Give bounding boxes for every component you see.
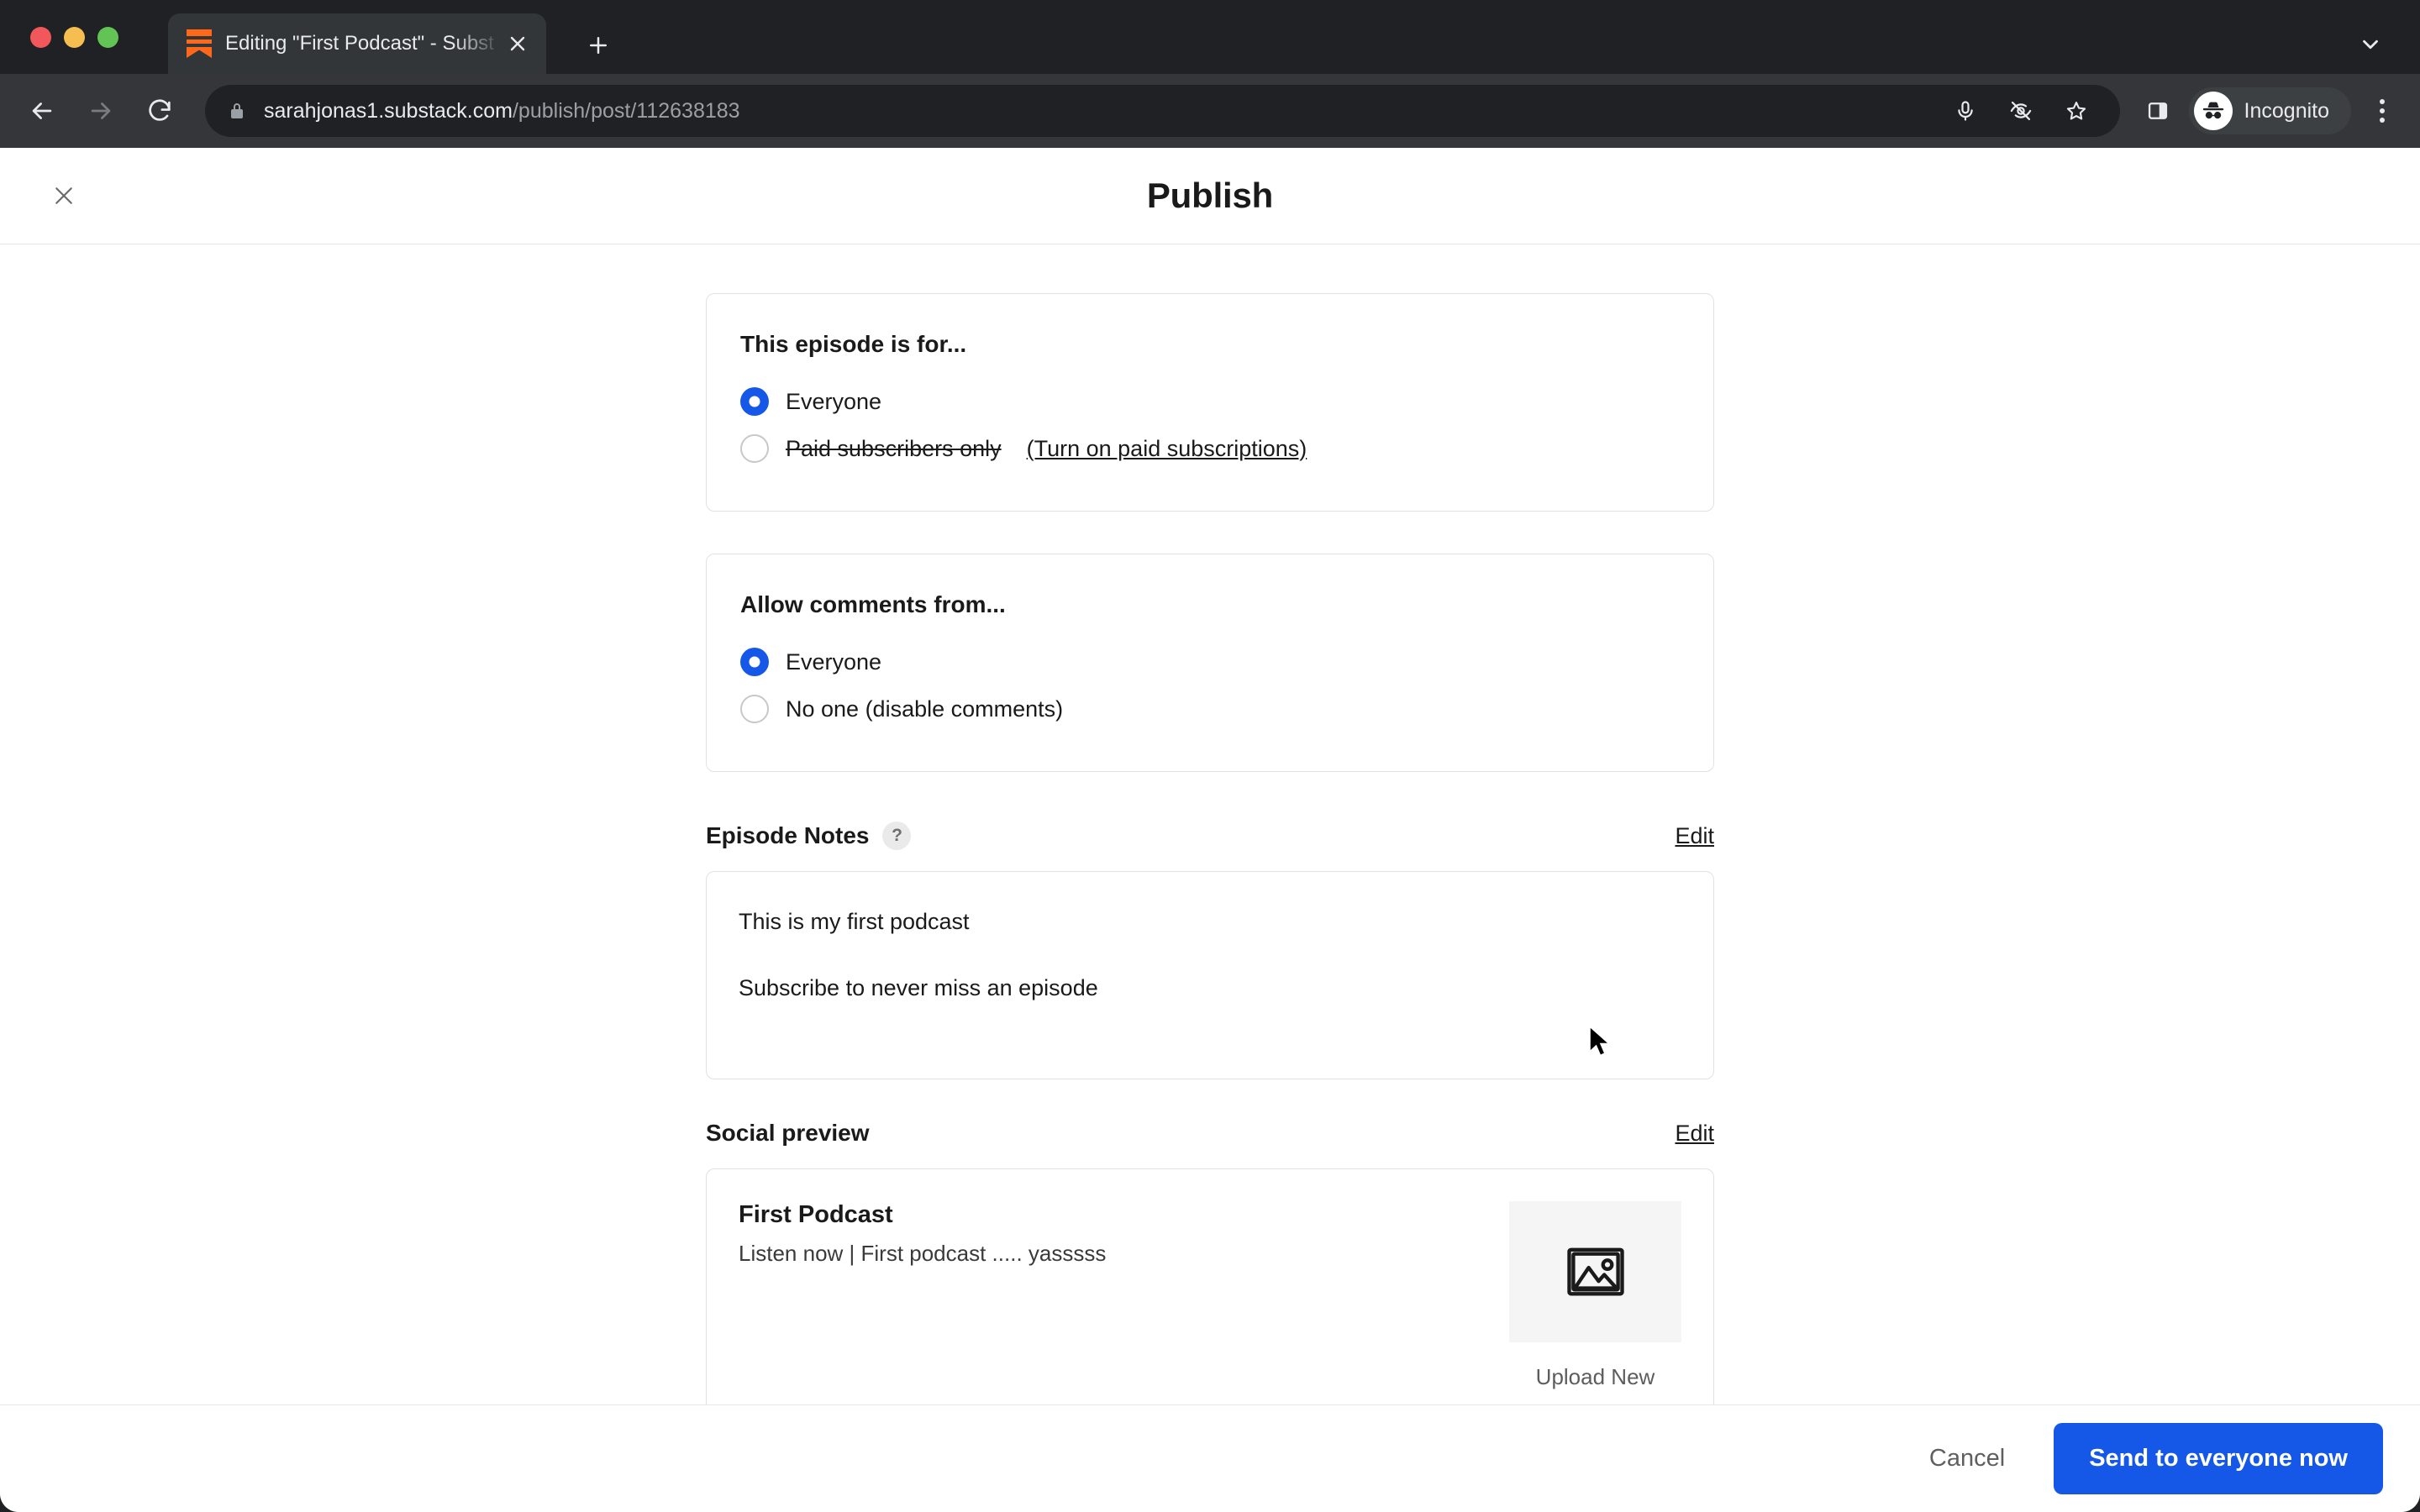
episode-notes-line: Subscribe to never miss an episode — [739, 975, 1098, 1001]
episode-notes-box[interactable]: This is my first podcast Subscribe to ne… — [706, 871, 1714, 1079]
profile-label: Incognito — [2244, 98, 2329, 123]
page-header: Publish — [0, 148, 2420, 244]
incognito-icon — [2193, 92, 2233, 130]
tab-close-icon[interactable] — [502, 29, 533, 59]
audience-card: This episode is for... Everyone Paid sub… — [706, 293, 1714, 512]
cancel-button[interactable]: Cancel — [1909, 1430, 2025, 1488]
comments-option-label: No one (disable comments) — [786, 696, 1064, 722]
comments-card: Allow comments from... Everyone No one (… — [706, 554, 1714, 772]
three-dot-menu-icon[interactable] — [2360, 88, 2405, 134]
reload-icon[interactable] — [136, 87, 183, 134]
edit-episode-notes-link[interactable]: Edit — [1675, 823, 1714, 849]
address-bar[interactable]: sarahjonas1.substack.com/publish/post/11… — [205, 85, 2120, 137]
side-panel-icon[interactable] — [2135, 88, 2181, 134]
tab-title: Editing "First Podcast" - Subst — [225, 32, 494, 55]
comments-card-title: Allow comments from... — [740, 591, 1006, 617]
url-path: /publish/post/112638183 — [512, 98, 740, 123]
social-preview-text: First Podcast Listen now | First podcast… — [739, 1201, 1484, 1390]
substack-icon — [187, 29, 212, 58]
star-icon[interactable] — [2054, 89, 2098, 133]
chevron-down-icon[interactable] — [2351, 25, 2390, 64]
new-tab-button[interactable] — [580, 27, 617, 64]
window-traffic-lights — [30, 27, 118, 48]
upload-new-button[interactable]: Upload New — [1536, 1364, 1655, 1390]
audience-option-label: Everyone — [786, 388, 882, 414]
browser-tab[interactable]: Editing "First Podcast" - Subst — [168, 13, 546, 74]
microphone-icon[interactable] — [1944, 89, 1987, 133]
profile-chip[interactable]: Incognito — [2188, 87, 2351, 134]
radio-button[interactable] — [740, 695, 769, 723]
url-text: sarahjonas1.substack.com/publish/post/11… — [264, 99, 740, 123]
social-preview-title: Social preview — [706, 1120, 870, 1146]
close-window-button[interactable] — [30, 27, 51, 48]
toolbar-right-actions: Incognito — [2135, 87, 2420, 134]
forward-arrow-icon[interactable] — [77, 87, 124, 134]
radio-button[interactable] — [740, 434, 769, 463]
question-mark-icon[interactable]: ? — [882, 822, 912, 850]
publish-footer: Cancel Send to everyone now — [0, 1404, 2420, 1512]
audience-option-everyone[interactable]: Everyone — [740, 378, 1680, 425]
minimize-window-button[interactable] — [64, 27, 85, 48]
eye-slash-icon[interactable] — [1999, 89, 2043, 133]
comments-option-no-one[interactable]: No one (disable comments) — [740, 685, 1680, 732]
image-placeholder-icon[interactable] — [1509, 1201, 1681, 1342]
comments-option-label: Everyone — [786, 648, 882, 675]
audience-option-label: Paid subscribers only — [786, 435, 1002, 461]
radio-button[interactable] — [740, 648, 769, 676]
turn-on-paid-subscriptions-link[interactable]: (Turn on paid subscriptions) — [1027, 436, 1307, 462]
tab-strip: Editing "First Podcast" - Subst — [0, 0, 2420, 74]
episode-notes-line: This is my first podcast — [739, 909, 970, 934]
episode-notes-title: Episode Notes — [706, 822, 870, 848]
publish-scroll-area[interactable]: This episode is for... Everyone Paid sub… — [0, 244, 2420, 1512]
comments-option-everyone[interactable]: Everyone — [740, 638, 1680, 685]
publish-page: Publish This episode is for... Everyone … — [0, 148, 2420, 1512]
social-preview-thumbnail-area: Upload New — [1509, 1201, 1681, 1390]
omnibox-actions — [1927, 89, 2098, 133]
audience-card-title: This episode is for... — [740, 331, 967, 357]
maximize-window-button[interactable] — [97, 27, 118, 48]
back-arrow-icon[interactable] — [18, 87, 66, 134]
social-preview-header: Social preview Edit — [706, 1111, 1714, 1155]
radio-button[interactable] — [740, 387, 769, 416]
browser-toolbar: sarahjonas1.substack.com/publish/post/11… — [0, 74, 2420, 148]
audience-option-paid[interactable]: Paid subscribers only (Turn on paid subs… — [740, 425, 1680, 472]
social-preview-card: First Podcast Listen now | First podcast… — [706, 1168, 1714, 1416]
page-title: Publish — [1146, 176, 1274, 215]
lock-icon — [227, 101, 247, 121]
publish-content: This episode is for... Everyone Paid sub… — [706, 244, 1714, 1479]
edit-social-preview-link[interactable]: Edit — [1675, 1121, 1714, 1147]
url-host: sarahjonas1.substack.com — [264, 98, 513, 123]
episode-notes-header: Episode Notes ? Edit — [706, 814, 1714, 858]
social-preview-card-title: First Podcast — [739, 1201, 893, 1228]
send-to-everyone-now-button[interactable]: Send to everyone now — [2054, 1423, 2383, 1494]
social-preview-card-subtitle: Listen now | First podcast ..... yasssss — [739, 1241, 1107, 1266]
browser-window: Editing "First Podcast" - Subst sarahjon… — [0, 0, 2420, 1512]
